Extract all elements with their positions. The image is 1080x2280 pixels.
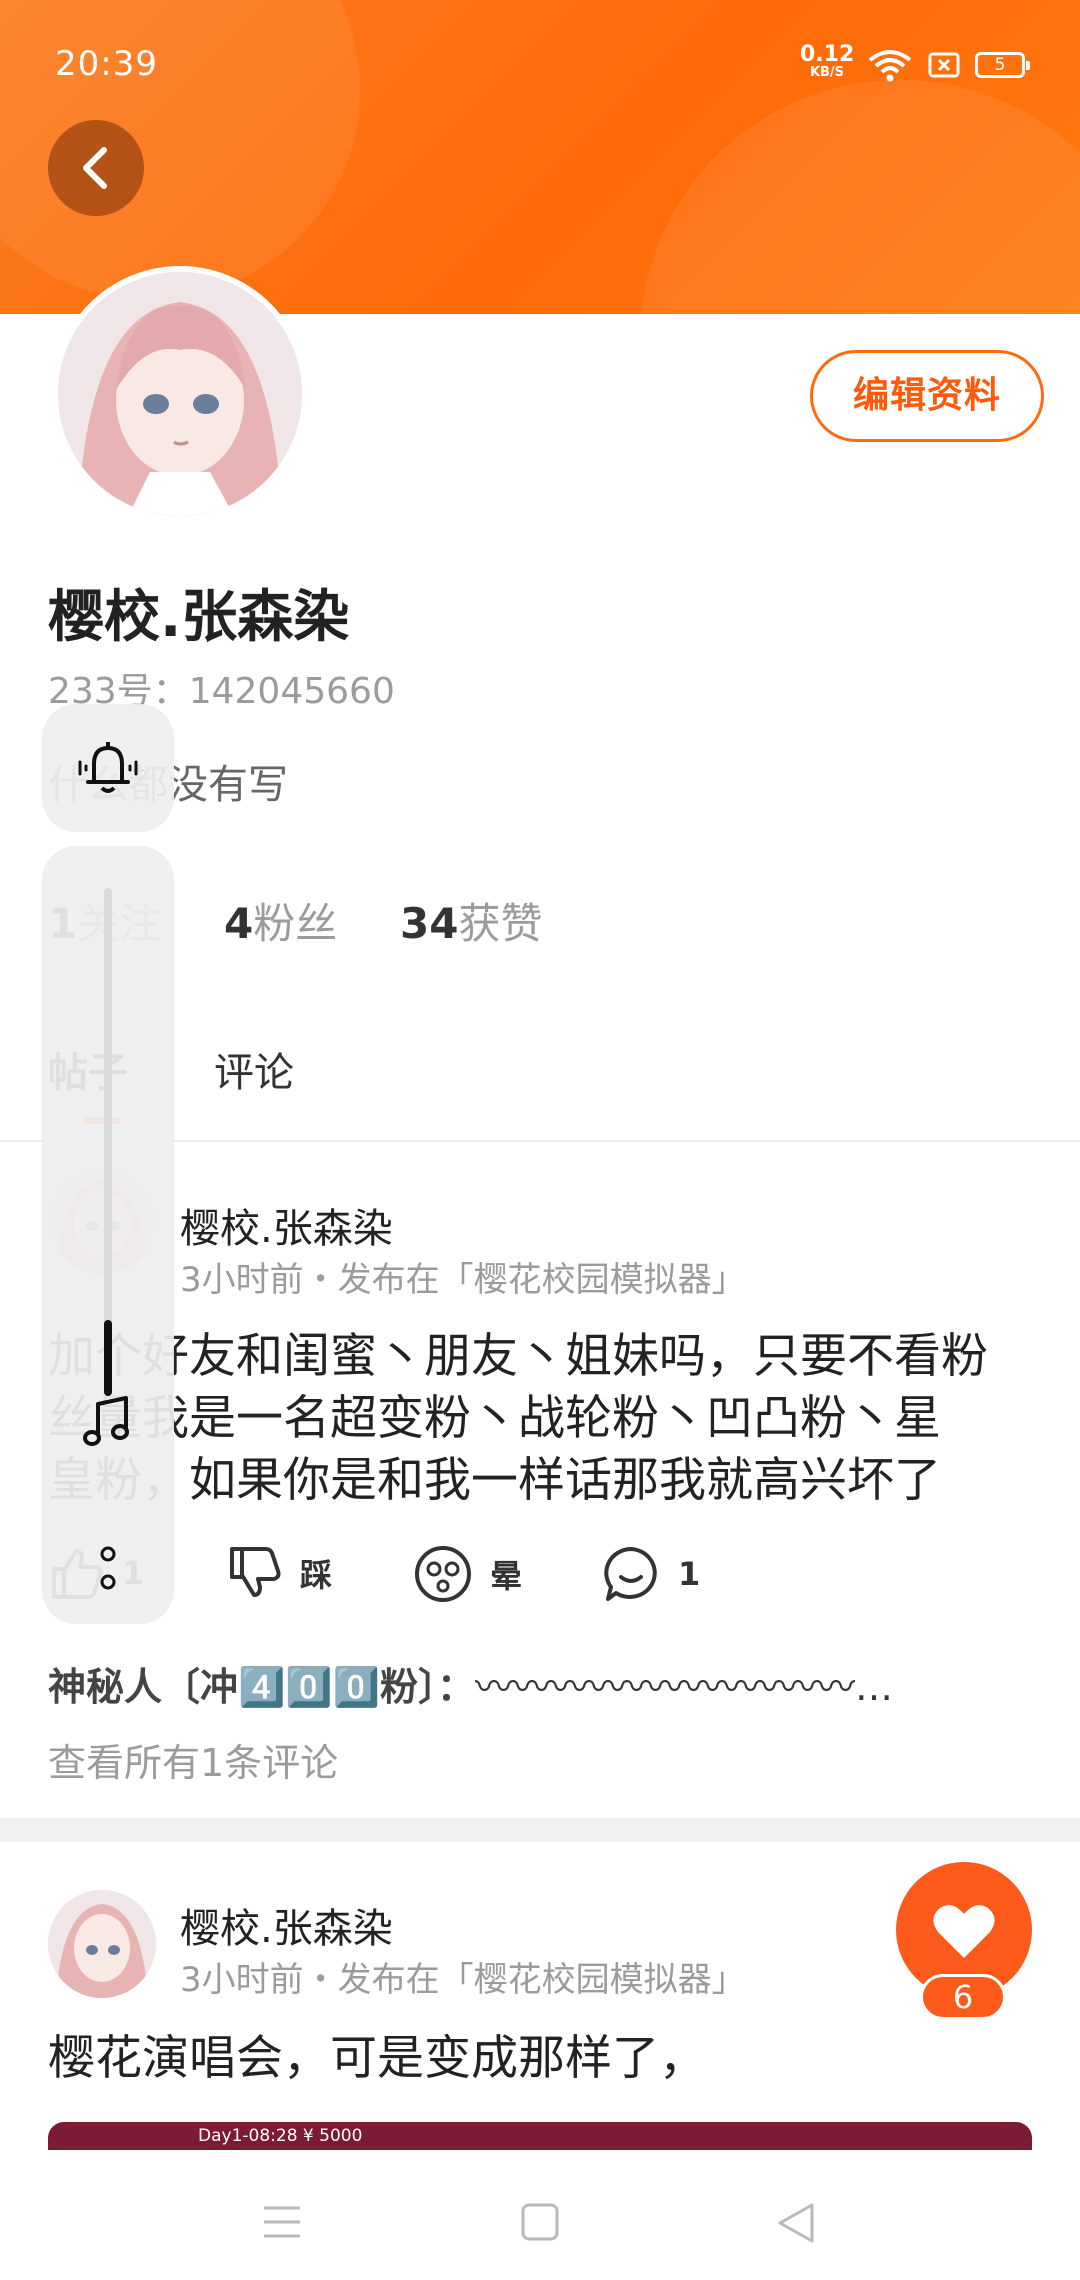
- view-all-comments-link[interactable]: 查看所有1条评论: [48, 1732, 338, 1787]
- comment-text: 〰〰〰〰〰〰〰〰〰〰…: [474, 1665, 893, 1709]
- volume-slider[interactable]: [42, 846, 174, 1624]
- dizzy-action[interactable]: 晕: [414, 1545, 522, 1603]
- thumbs-down-icon: [230, 1547, 281, 1597]
- likes-stat[interactable]: 34获赞: [400, 890, 542, 951]
- post-author-name[interactable]: 樱校.张森染: [180, 1896, 393, 1954]
- game-hud-text: Day1-08:28 ¥ 5000: [198, 2126, 363, 2146]
- volume-level-fill: [104, 1320, 112, 1396]
- tab-comments[interactable]: 评论: [214, 1040, 294, 1098]
- back-button[interactable]: [48, 120, 144, 216]
- post-image[interactable]: Day1-08:28 ¥ 5000: [48, 2122, 1032, 2150]
- wifi-icon: [868, 50, 912, 82]
- edit-profile-button[interactable]: 编辑资料: [810, 350, 1044, 442]
- comment-action[interactable]: 1: [602, 1545, 700, 1603]
- no-sim-icon: [928, 52, 960, 78]
- system-nav-bar: [0, 2150, 1080, 2280]
- anime-avatar-illustration: [58, 272, 302, 516]
- dislike-action[interactable]: 踩: [226, 1545, 332, 1601]
- battery-icon: 5: [975, 52, 1030, 78]
- comment-user[interactable]: 神秘人〔冲4️⃣0️⃣0️⃣粉〕: [48, 1665, 437, 1709]
- ringer-mode-button[interactable]: [42, 704, 174, 832]
- anime-avatar-illustration: [48, 1890, 156, 1998]
- music-note-icon: [83, 1396, 129, 1446]
- back-triangle-icon[interactable]: [776, 2202, 816, 2244]
- bell-icon: [78, 742, 138, 793]
- home-square-icon[interactable]: [520, 2202, 560, 2242]
- status-time: 20:39: [55, 44, 158, 84]
- status-bar: 20:39 0.12 KB/S 5: [0, 0, 1080, 130]
- post-meta: 3小时前・发布在「樱花校园模拟器」: [180, 1960, 746, 2000]
- post-author-name[interactable]: 樱校.张森染: [180, 1196, 393, 1254]
- chevron-left-icon: [83, 147, 107, 189]
- post-actions: 1 踩 晕 1: [48, 1545, 1032, 1621]
- post-content[interactable]: 樱花演唱会，可是变成那样了，: [48, 2028, 1032, 2090]
- profile-name: 樱校.张森染: [48, 585, 350, 650]
- comment-bubble-icon: [604, 1547, 657, 1601]
- fans-stat[interactable]: 4粉丝: [224, 890, 337, 951]
- like-count-badge: 6: [920, 1974, 1006, 2020]
- top-comment-preview[interactable]: 神秘人〔冲4️⃣0️⃣0️⃣粉〕：〰〰〰〰〰〰〰〰〰〰…: [48, 1656, 893, 1711]
- more-options-icon[interactable]: [98, 1544, 118, 1594]
- heart-icon: [933, 1905, 995, 1958]
- dizzy-face-icon: [415, 1546, 471, 1602]
- post-author-avatar[interactable]: [48, 1890, 156, 1998]
- post-meta: 3小时前・发布在「樱花校园模拟器」: [180, 1260, 746, 1300]
- network-speed: 0.12 KB/S: [800, 42, 855, 80]
- menu-icon[interactable]: [262, 2205, 302, 2239]
- post-separator: [0, 1818, 1080, 1842]
- post-content[interactable]: 加个好友和闺蜜丶朋友丶姐妹吗，只要不看粉 丝量我是一名超变粉丶战轮粉丶凹凸粉丶星…: [48, 1326, 1032, 1512]
- profile-avatar[interactable]: [52, 266, 308, 522]
